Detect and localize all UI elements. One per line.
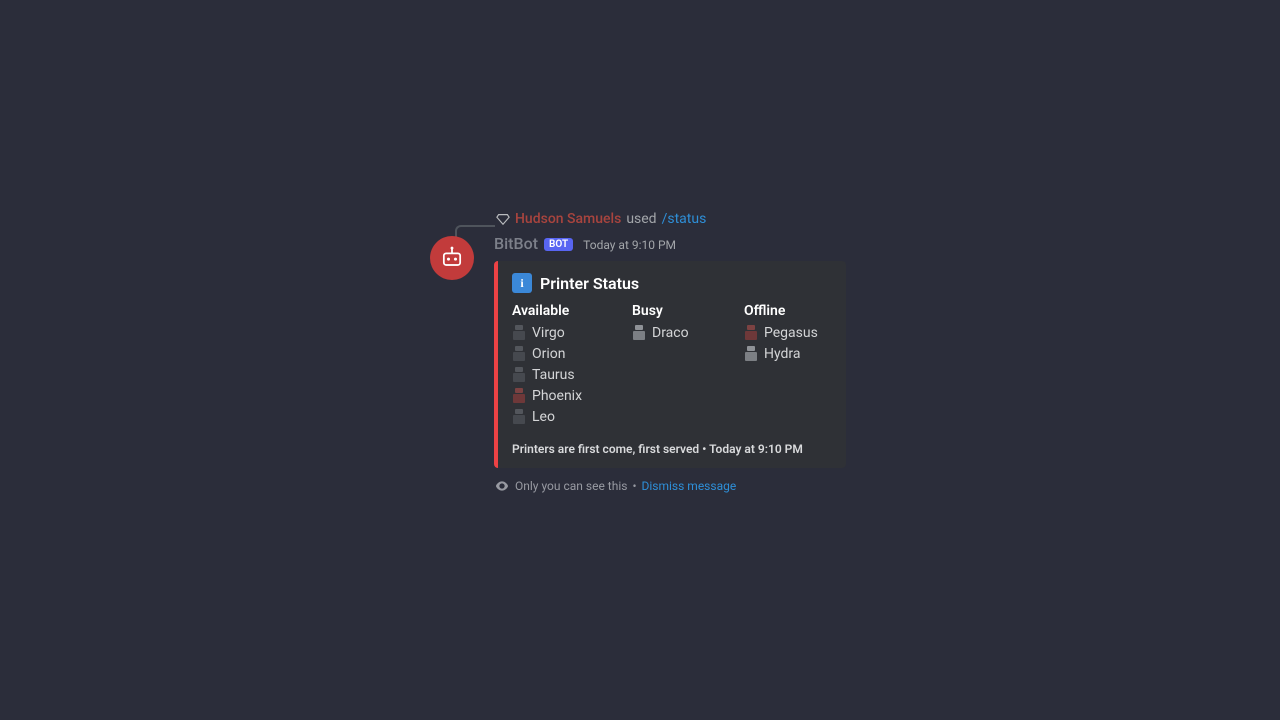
printer-name: Orion: [532, 344, 566, 364]
list-item: Draco: [632, 323, 724, 343]
printer-icon: [512, 409, 526, 425]
list-item: Hydra: [744, 344, 844, 364]
printer-icon: [632, 325, 646, 341]
nitro-diamond-icon: [496, 212, 510, 226]
offline-list: Pegasus Hydra: [744, 323, 844, 364]
message-timestamp: Today at 9:10 PM: [583, 238, 676, 252]
separator-dot: •: [632, 479, 636, 493]
field-name-busy: Busy: [632, 303, 724, 319]
list-item: Orion: [512, 344, 612, 364]
list-item: Leo: [512, 407, 612, 427]
embed-footer: Printers are first come, first served • …: [512, 442, 830, 456]
list-item: Virgo: [512, 323, 612, 343]
embed-card: i Printer Status Available Virgo Orion T…: [494, 261, 846, 468]
busy-list: Draco: [632, 323, 724, 343]
embed-title-row: i Printer Status: [512, 273, 830, 293]
printer-icon: [512, 346, 526, 362]
printer-name: Virgo: [532, 323, 565, 343]
field-name-offline: Offline: [744, 303, 844, 319]
command-used-word: used: [626, 210, 656, 228]
list-item: Pegasus: [744, 323, 844, 343]
info-icon: i: [512, 273, 532, 293]
printer-name: Draco: [652, 323, 689, 343]
ephemeral-notice: Only you can see this • Dismiss message: [494, 478, 880, 494]
printer-name: Taurus: [532, 365, 575, 385]
command-invoker-name[interactable]: Hudson Samuels: [515, 210, 621, 228]
discord-message: Hudson Samuels used /status BitBot BOT T…: [430, 210, 880, 494]
dismiss-message-link[interactable]: Dismiss message: [642, 479, 737, 493]
printer-icon: [744, 346, 758, 362]
robot-icon: [438, 244, 466, 272]
printer-name: Hydra: [764, 344, 801, 364]
ephemeral-text: Only you can see this: [515, 479, 627, 493]
list-item: Taurus: [512, 365, 612, 385]
command-reference-row: Hudson Samuels used /status: [496, 210, 880, 228]
embed-title: Printer Status: [540, 274, 639, 293]
printer-icon: [744, 325, 758, 341]
field-busy: Busy Draco: [632, 303, 724, 428]
bot-badge: BOT: [544, 238, 573, 251]
eye-icon: [494, 478, 510, 494]
slash-command-name[interactable]: /status: [662, 210, 707, 228]
list-item: Phoenix: [512, 386, 612, 406]
embed-fields: Available Virgo Orion Taurus Phoenix Leo…: [512, 303, 830, 428]
printer-name: Phoenix: [532, 386, 582, 406]
printer-icon: [512, 367, 526, 383]
printer-name: Pegasus: [764, 323, 818, 343]
message-header: BitBot BOT Today at 9:10 PM: [494, 234, 880, 253]
field-name-available: Available: [512, 303, 612, 319]
printer-name: Leo: [532, 407, 555, 427]
available-list: Virgo Orion Taurus Phoenix Leo: [512, 323, 612, 427]
printer-icon: [512, 388, 526, 404]
field-available: Available Virgo Orion Taurus Phoenix Leo: [512, 303, 612, 428]
field-offline: Offline Pegasus Hydra: [744, 303, 844, 428]
bot-avatar[interactable]: [430, 236, 474, 280]
bot-username[interactable]: BitBot: [494, 234, 538, 253]
printer-icon: [512, 325, 526, 341]
